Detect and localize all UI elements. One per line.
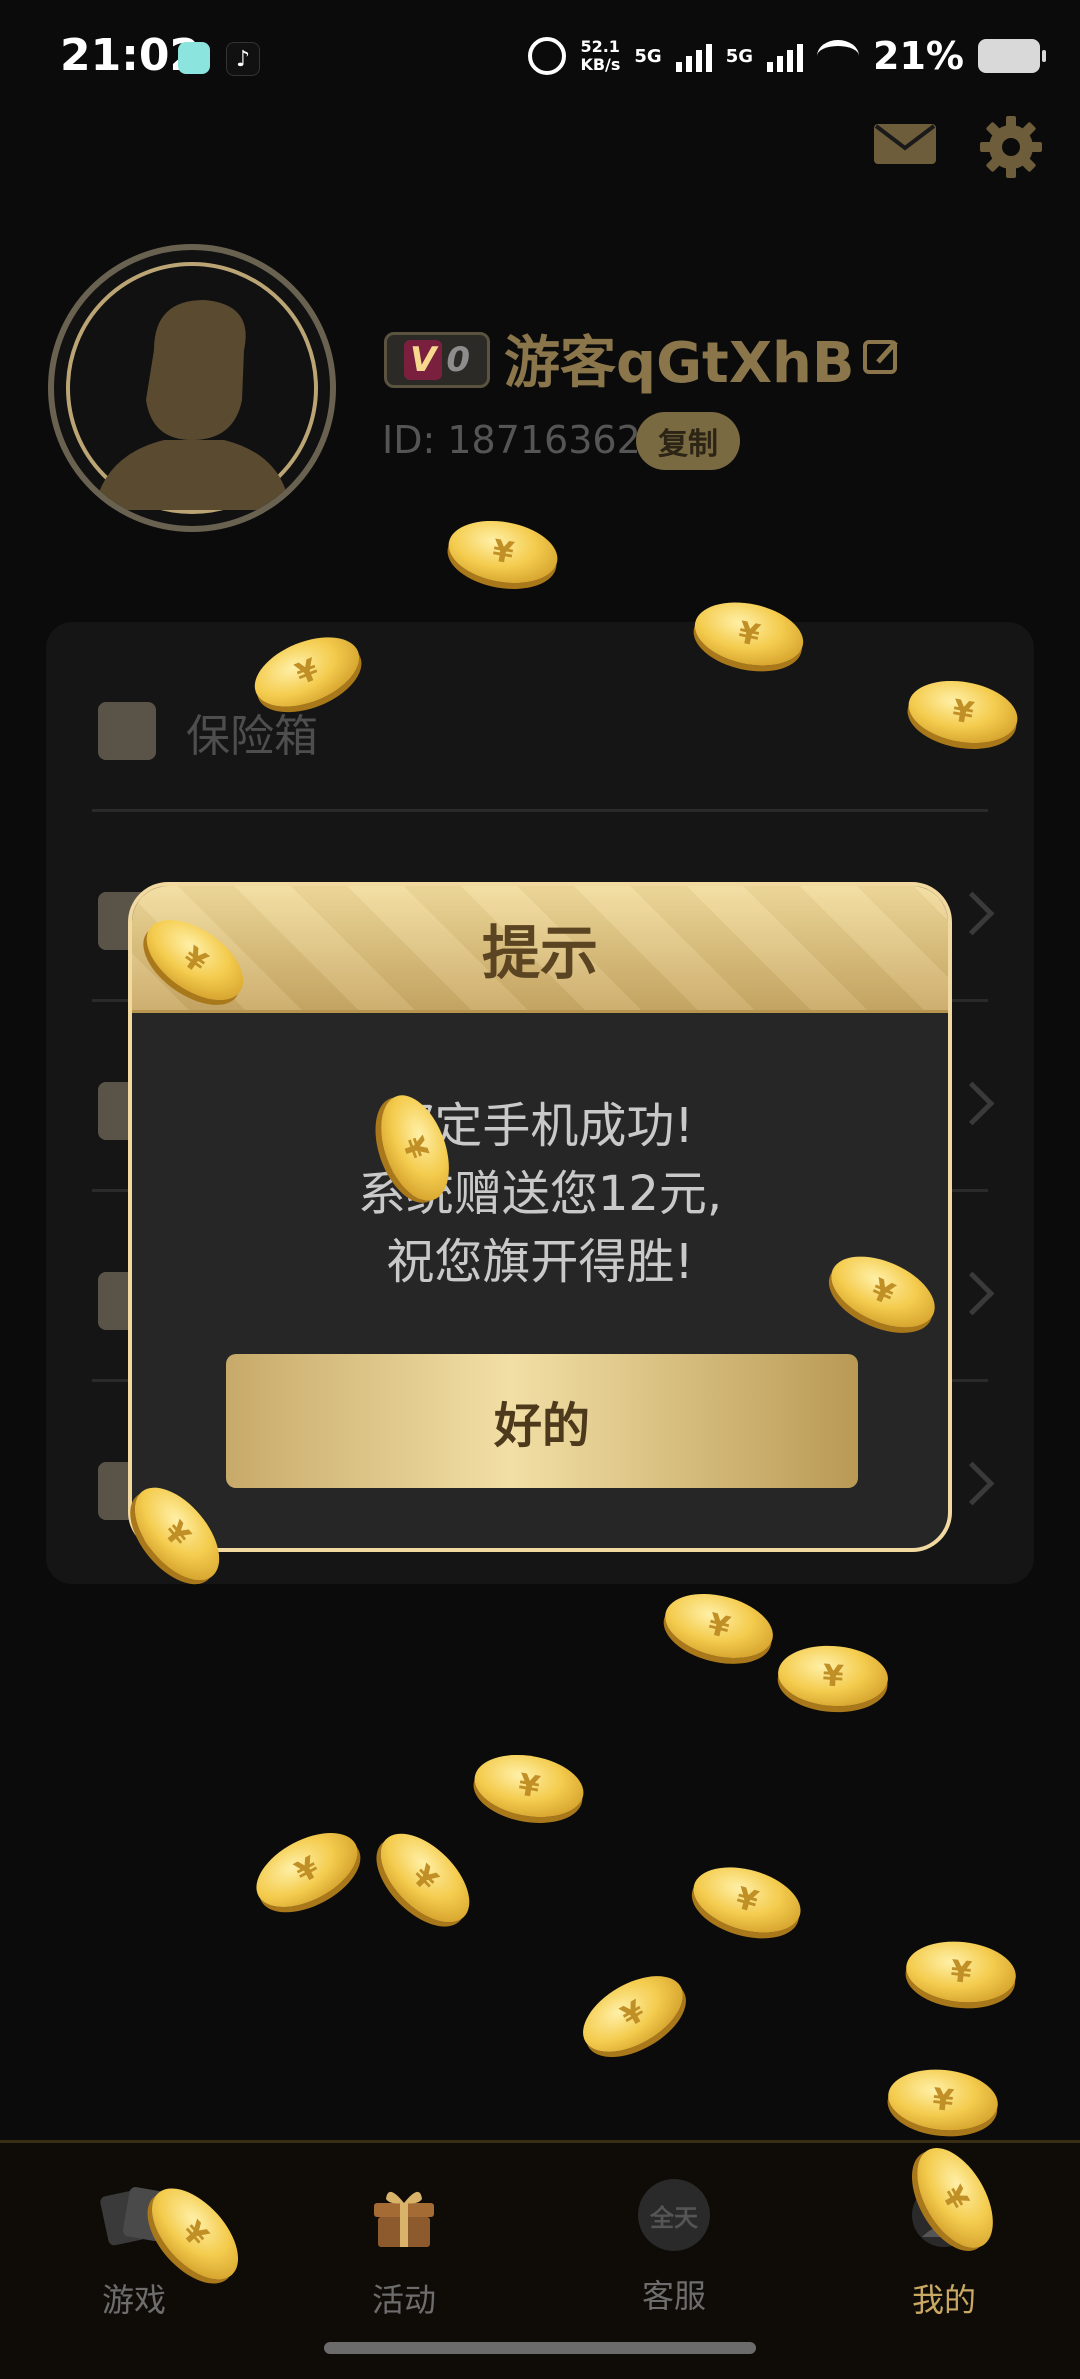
support-icon: 全天 [638, 2179, 710, 2251]
edit-icon[interactable] [862, 336, 902, 376]
coin-icon: ¥ [658, 1583, 780, 1669]
menu-label-safe: 保险箱 [186, 711, 318, 762]
coin-icon: ¥ [903, 1936, 1019, 2008]
username: 游客qGtXhB [504, 331, 855, 396]
chevron-right-icon [950, 891, 995, 936]
coin-icon: ¥ [570, 1960, 696, 2068]
vip-badge: V 0 [384, 332, 490, 388]
app-notification-icon [178, 42, 210, 74]
home-indicator[interactable] [324, 2342, 756, 2354]
dialog-message-line-2: 系统赠送您12元, [357, 1166, 723, 1222]
menu-item-safe[interactable]: 保险箱 [46, 622, 1034, 812]
wifi-icon [817, 40, 860, 72]
vip-letter: V [404, 340, 443, 380]
coin-icon: ¥ [469, 1746, 589, 1826]
alarm-icon [528, 37, 567, 75]
copy-id-button[interactable]: 复制 [636, 412, 740, 470]
user-id: ID: 18716362 [382, 418, 641, 462]
dialog-title: 提示 [481, 919, 598, 987]
nav-label-support: 客服 [641, 2277, 706, 2315]
dialog-message-line-3: 祝您旗开得胜! [386, 1234, 694, 1290]
chevron-right-icon [950, 1081, 995, 1126]
coin-icon: ¥ [885, 2064, 1001, 2136]
network-type-2: 5G [725, 45, 754, 67]
battery-percent: 21% [873, 34, 964, 78]
coin-icon: ¥ [685, 1856, 809, 1944]
coin-icon: ¥ [776, 1642, 890, 1710]
dialog-message-line-1: 绑定手机成功! [386, 1098, 694, 1154]
chevron-right-icon [950, 1461, 995, 1506]
vip-level: 0 [446, 340, 470, 380]
avatar[interactable] [48, 244, 336, 532]
signal-icon-1 [675, 40, 712, 72]
success-dialog: 提示 绑定手机成功! 系统赠送您12元, 祝您旗开得胜! 好的 [128, 882, 952, 1552]
safe-icon [98, 702, 156, 760]
status-bar: 21:02 ♪ 52.1 KB/s 5G 5G 21% [0, 0, 1080, 120]
network-speed: 52.1 KB/s [580, 38, 620, 74]
signal-icon-2 [767, 40, 804, 72]
nav-item-support[interactable]: 全天 客服 [574, 2179, 774, 2317]
avatar-silhouette-icon [94, 300, 290, 510]
coin-icon: ¥ [364, 1817, 486, 1939]
gift-icon [374, 2191, 434, 2247]
nav-label-activities: 活动 [371, 2281, 436, 2319]
ok-button[interactable]: 好的 [226, 1354, 858, 1488]
network-speed-unit: KB/s [580, 55, 621, 74]
coin-icon: ¥ [244, 1817, 370, 1923]
tiktok-notification-icon: ♪ [226, 42, 260, 76]
network-type-1: 5G [634, 45, 662, 67]
nav-label-mine: 我的 [911, 2281, 976, 2319]
battery-icon [978, 39, 1046, 73]
chevron-right-icon [950, 1271, 995, 1316]
gear-icon[interactable] [978, 114, 1044, 180]
nav-label-games: 游戏 [101, 2281, 166, 2319]
network-speed-value: 52.1 [580, 37, 620, 56]
status-right: 52.1 KB/s 5G 5G 21% [528, 34, 1046, 78]
coin-icon: ¥ [443, 512, 563, 592]
mail-icon[interactable] [872, 120, 938, 168]
nav-item-activities[interactable]: 活动 [304, 2179, 504, 2321]
dialog-header: 提示 [132, 886, 948, 1013]
